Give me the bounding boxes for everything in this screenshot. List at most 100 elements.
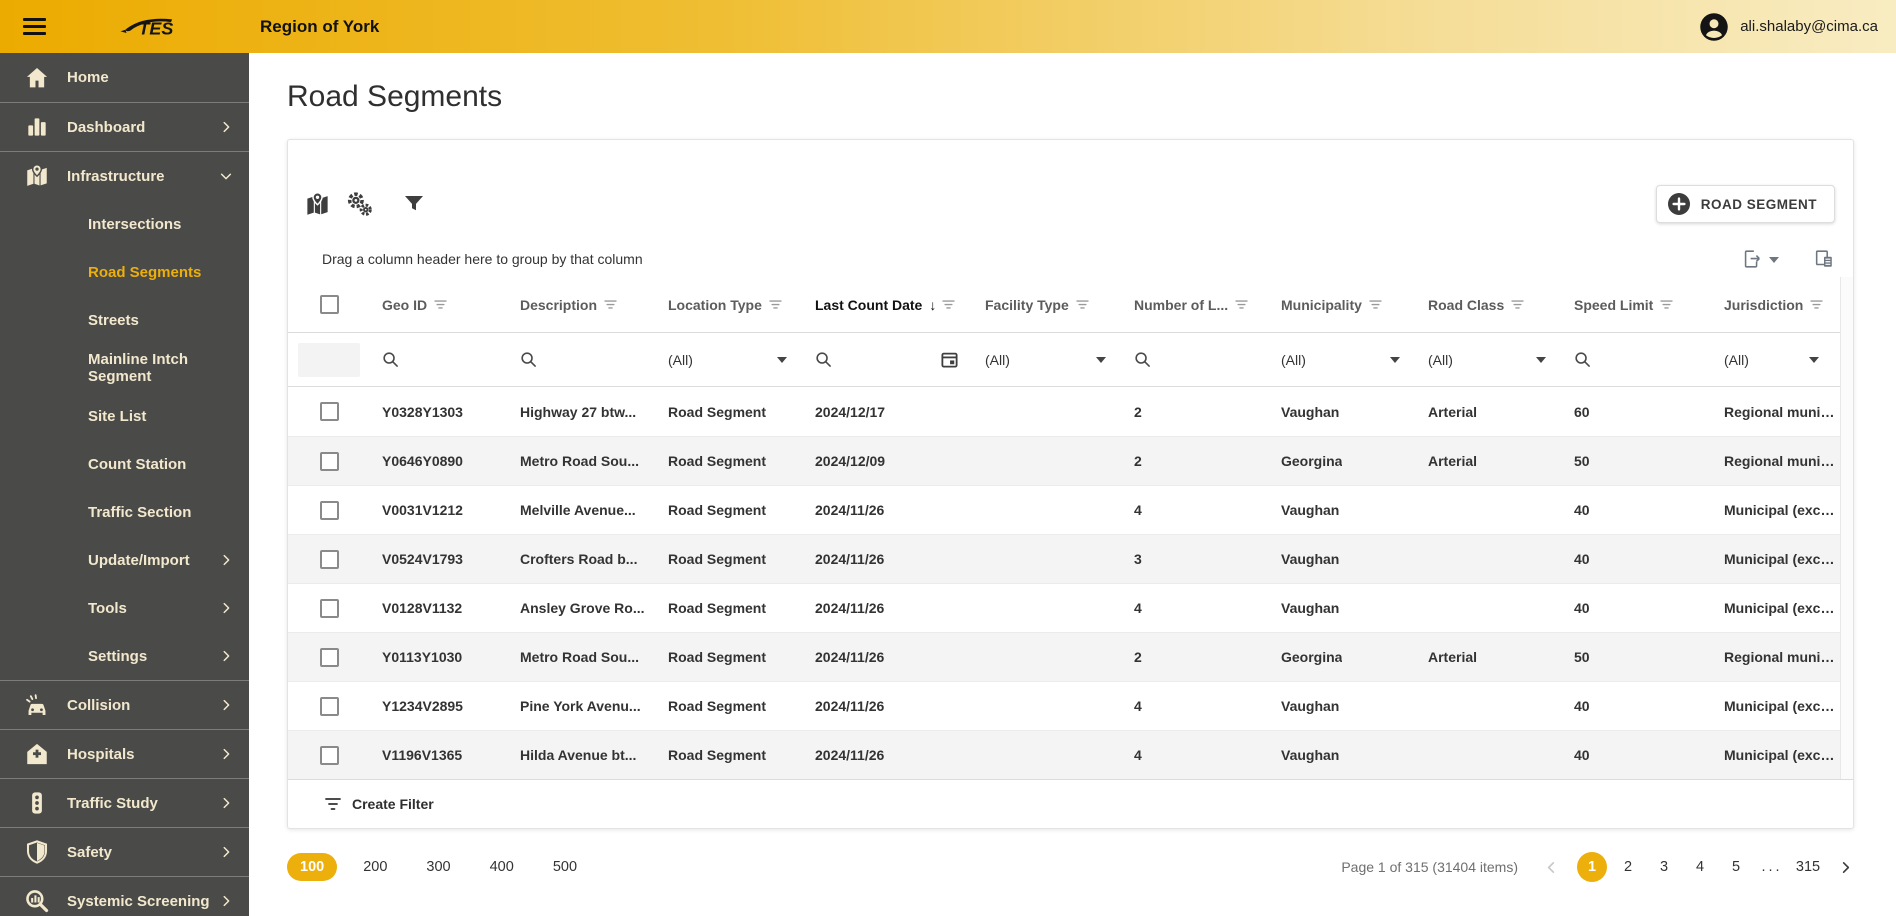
- row-checkbox[interactable]: [319, 598, 339, 618]
- page-button-2[interactable]: 2: [1613, 852, 1643, 882]
- filter-cell-speed-limit[interactable]: [1562, 351, 1712, 368]
- row-checkbox[interactable]: [319, 549, 339, 569]
- header-filter-icon[interactable]: [769, 299, 782, 310]
- sidebar-subitem-intersections[interactable]: Intersections: [0, 200, 249, 248]
- cell-value: Vaughan: [1281, 403, 1340, 420]
- row-checkbox[interactable]: [319, 647, 339, 667]
- column-header-number-of-l[interactable]: Number of L...: [1122, 297, 1269, 313]
- filter-cell-road-class[interactable]: (All): [1416, 352, 1562, 368]
- user-email[interactable]: ali.shalaby@cima.ca: [1740, 18, 1878, 35]
- filter-cell-location-type[interactable]: (All): [656, 352, 803, 368]
- menu-toggle-icon[interactable]: [19, 14, 50, 40]
- column-header-facility-type[interactable]: Facility Type: [973, 297, 1122, 313]
- page-size-200[interactable]: 200: [350, 853, 400, 881]
- page-size-400[interactable]: 400: [477, 853, 527, 881]
- sidebar-subitem-mainline-intch-segment[interactable]: Mainline Intch Segment: [0, 344, 249, 392]
- row-checkbox[interactable]: [319, 402, 339, 421]
- map-tool-icon[interactable]: [304, 191, 331, 218]
- gears-icon[interactable]: [345, 190, 374, 219]
- header-filter-icon[interactable]: [604, 299, 617, 310]
- cell-value: Arterial: [1428, 403, 1478, 420]
- sidebar-item-hospitals[interactable]: Hospitals: [0, 729, 249, 778]
- header-filter-icon[interactable]: [1076, 299, 1089, 310]
- export-caret-icon[interactable]: [1769, 257, 1779, 263]
- sidebar-subitem-streets[interactable]: Streets: [0, 296, 249, 344]
- sidebar-item-traffic-study[interactable]: Traffic Study: [0, 778, 249, 827]
- calendar-icon[interactable]: [940, 350, 959, 369]
- column-header-description[interactable]: Description: [508, 297, 656, 313]
- chevron-right-icon: [219, 553, 233, 567]
- sidebar-subitem-traffic-section[interactable]: Traffic Section: [0, 488, 249, 536]
- sidebar-subitem-site-list[interactable]: Site List: [0, 392, 249, 440]
- sidebar-item-collision[interactable]: Collision: [0, 680, 249, 729]
- sidebar-subitem-road-segments[interactable]: Road Segments: [0, 248, 249, 296]
- select-all-checkbox[interactable]: [319, 295, 339, 314]
- column-header-municipality[interactable]: Municipality: [1269, 297, 1416, 313]
- page-size-100[interactable]: 100: [287, 853, 338, 881]
- sidebar-item-safety[interactable]: Safety: [0, 827, 249, 876]
- column-header-location-type[interactable]: Location Type: [656, 297, 803, 313]
- sidebar-item-infrastructure[interactable]: Infrastructure: [0, 151, 249, 200]
- page-button-4[interactable]: 4: [1685, 852, 1715, 882]
- chevron-down-icon: [219, 169, 233, 183]
- row-checkbox[interactable]: [319, 451, 339, 471]
- dropdown-caret-icon[interactable]: [1536, 356, 1546, 363]
- header-filter-icon[interactable]: [1235, 299, 1248, 310]
- column-header-road-class[interactable]: Road Class: [1416, 297, 1562, 313]
- filter-cell-description[interactable]: [508, 351, 656, 368]
- grid-filter-row: (All) (All) (All) (All) (All): [288, 333, 1853, 387]
- user-avatar-icon[interactable]: [1699, 12, 1729, 42]
- dropdown-caret-icon[interactable]: [1096, 356, 1106, 363]
- row-checkbox[interactable]: [319, 745, 339, 765]
- prev-page-icon[interactable]: [1544, 859, 1560, 875]
- page-size-300[interactable]: 300: [413, 853, 463, 881]
- dropdown-caret-icon[interactable]: [1809, 356, 1819, 363]
- filter-cell-jurisdiction[interactable]: (All): [1712, 352, 1853, 368]
- filter-cell-last-count-date[interactable]: [803, 350, 973, 369]
- column-header-geo-id[interactable]: Geo ID: [370, 297, 508, 313]
- column-header-jurisdiction[interactable]: Jurisdiction: [1712, 297, 1853, 313]
- filter-cell-municipality[interactable]: (All): [1269, 352, 1416, 368]
- column-header-speed-limit[interactable]: Speed Limit: [1562, 297, 1712, 313]
- page-size-500[interactable]: 500: [540, 853, 590, 881]
- add-road-segment-button[interactable]: ROAD SEGMENT: [1655, 185, 1835, 223]
- page-button-5[interactable]: 5: [1721, 852, 1751, 882]
- header-filter-icon[interactable]: [1511, 299, 1524, 310]
- next-page-icon[interactable]: [1838, 859, 1854, 875]
- sidebar-subitem-update-import[interactable]: Update/Import: [0, 536, 249, 584]
- header-filter-icon[interactable]: [942, 299, 956, 310]
- sidebar-subitem-count-station[interactable]: Count Station: [0, 440, 249, 488]
- column-header-last-count-date[interactable]: Last Count Date ↓: [803, 297, 973, 313]
- header-filter-icon[interactable]: [1660, 299, 1674, 310]
- sidebar-item-dashboard[interactable]: Dashboard: [0, 102, 249, 151]
- page-button-1[interactable]: 1: [1577, 852, 1607, 882]
- row-checkbox[interactable]: [319, 500, 339, 520]
- sidebar-subitem-tools[interactable]: Tools: [0, 584, 249, 632]
- filter-funnel-icon[interactable]: [402, 192, 426, 216]
- sidebar-subitem-settings[interactable]: Settings: [0, 632, 249, 680]
- sidebar-item-home[interactable]: Home: [0, 53, 249, 102]
- export-icon[interactable]: [1741, 248, 1763, 270]
- cell-number-of-l: 4: [1122, 747, 1269, 763]
- vertical-scrollbar[interactable]: [1840, 277, 1853, 779]
- dropdown-caret-icon[interactable]: [1390, 356, 1400, 363]
- filter-cell-facility-type[interactable]: (All): [973, 352, 1122, 368]
- page-button-315[interactable]: 315: [1793, 852, 1823, 882]
- filter-cell-number-of-l[interactable]: [1122, 351, 1269, 368]
- chevron-right-icon: [219, 601, 233, 615]
- dropdown-caret-icon[interactable]: [777, 356, 787, 363]
- sidebar-subitem-label: Intersections: [88, 215, 182, 233]
- header-filter-icon[interactable]: [1810, 299, 1824, 310]
- sidebar-item-systemic-screening[interactable]: Systemic Screening: [0, 876, 249, 916]
- create-filter-button[interactable]: Create Filter: [288, 779, 1853, 828]
- column-chooser-icon[interactable]: [1813, 248, 1835, 270]
- cell-value: 2: [1134, 403, 1142, 420]
- header-filter-icon[interactable]: [1369, 299, 1382, 310]
- sidebar-item-label: Home: [67, 69, 109, 86]
- filter-cell-geo-id[interactable]: [370, 351, 508, 368]
- header-filter-icon[interactable]: [434, 299, 447, 310]
- cell-value: 40: [1574, 600, 1590, 616]
- page-button-3[interactable]: 3: [1649, 852, 1679, 882]
- row-checkbox[interactable]: [319, 696, 339, 716]
- cell-location-type: Road Segment: [656, 698, 803, 714]
